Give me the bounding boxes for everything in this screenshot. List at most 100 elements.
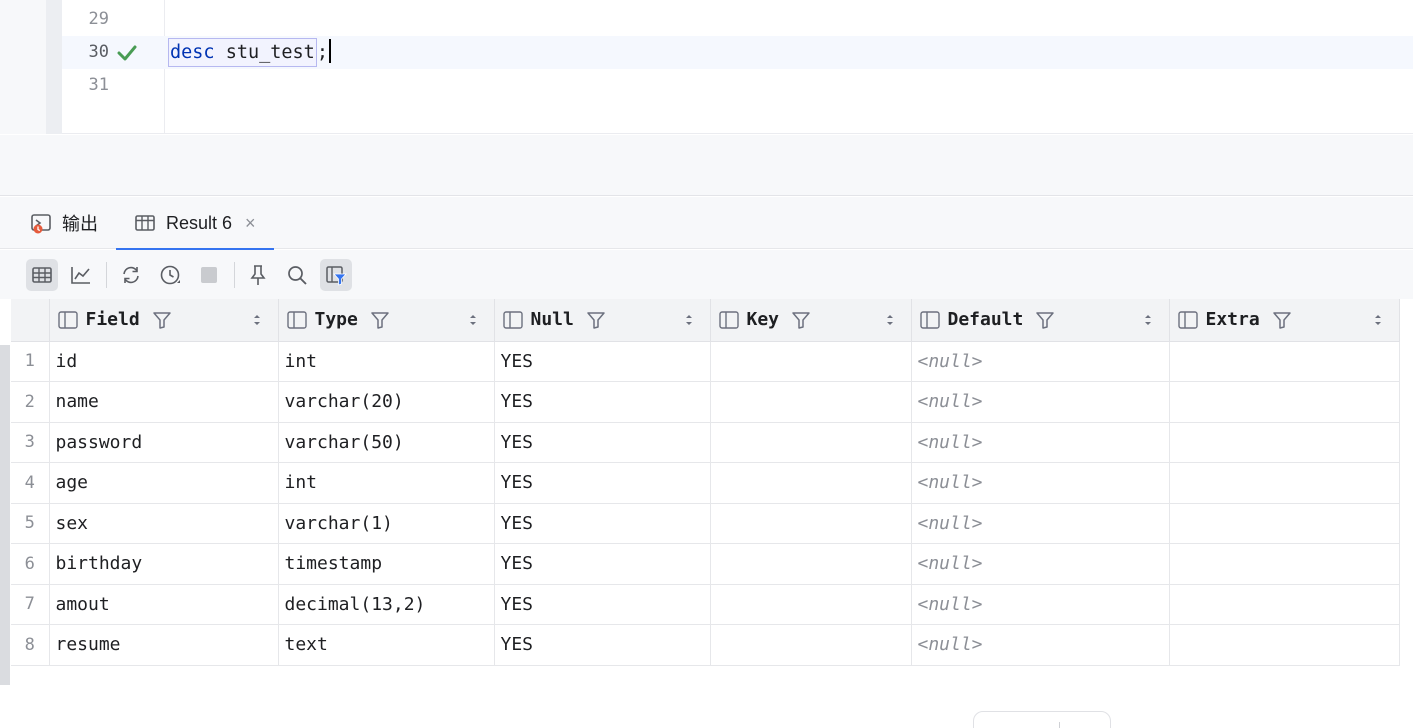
result-grid: Field Type Null Key Default Extra 1 id i… (11, 299, 1400, 666)
sort-icon[interactable] (468, 312, 478, 328)
cell-default[interactable]: <null> (911, 503, 1170, 544)
cell-key[interactable] (710, 341, 912, 382)
row-number: 6 (11, 543, 50, 585)
filter-icon[interactable] (791, 310, 811, 330)
column-header-extra[interactable]: Extra (1169, 299, 1400, 342)
tab-result-6[interactable]: Result 6 × (116, 197, 274, 250)
line-number: 31 (88, 75, 109, 95)
cell-field[interactable]: birthday (49, 543, 279, 585)
table-row[interactable]: 6 birthday timestamp YES <null> (11, 543, 1400, 585)
cell-default[interactable]: <null> (911, 422, 1170, 463)
editor-line[interactable]: 29 (62, 3, 1413, 36)
cell-key[interactable] (710, 624, 912, 666)
cell-extra[interactable] (1169, 422, 1400, 463)
cell-type[interactable]: decimal(13,2) (278, 584, 495, 625)
sort-icon[interactable] (1143, 312, 1153, 328)
sort-icon[interactable] (684, 312, 694, 328)
cell-null[interactable]: YES (494, 422, 711, 463)
table-row[interactable]: 4 age int YES <null> (11, 462, 1400, 504)
table-row[interactable]: 7 amout decimal(13,2) YES <null> (11, 584, 1400, 625)
cell-extra[interactable] (1169, 341, 1400, 382)
cell-type[interactable]: text (278, 624, 495, 666)
cell-null[interactable]: YES (494, 381, 711, 423)
cell-null[interactable]: YES (494, 462, 711, 504)
filter-icon[interactable] (370, 310, 390, 330)
stop-button[interactable] (193, 259, 225, 291)
sort-icon[interactable] (1373, 312, 1383, 328)
cell-key[interactable] (710, 503, 912, 544)
cell-extra[interactable] (1169, 584, 1400, 625)
cell-default[interactable]: <null> (911, 341, 1170, 382)
cell-field[interactable]: resume (49, 624, 279, 666)
pin-button[interactable] (242, 259, 274, 291)
table-row[interactable]: 3 password varchar(50) YES <null> (11, 422, 1400, 463)
cell-field[interactable]: age (49, 462, 279, 504)
cell-key[interactable] (710, 381, 912, 423)
editor-line[interactable]: 31 (62, 69, 1413, 102)
cell-null[interactable]: YES (494, 543, 711, 585)
cell-type[interactable]: int (278, 341, 495, 382)
column-header-default[interactable]: Default (911, 299, 1170, 342)
cell-type[interactable]: varchar(1) (278, 503, 495, 544)
cell-default[interactable]: <null> (911, 381, 1170, 423)
cell-key[interactable] (710, 462, 912, 504)
refresh-icon (123, 266, 139, 284)
table-view-button[interactable] (26, 259, 58, 291)
cell-key[interactable] (710, 584, 912, 625)
filter-grid-button[interactable] (320, 259, 352, 291)
cell-null[interactable]: YES (494, 341, 711, 382)
cell-null[interactable]: YES (494, 584, 711, 625)
sort-icon[interactable] (885, 312, 895, 328)
cell-null[interactable]: YES (494, 503, 711, 544)
column-header-key[interactable]: Key (710, 299, 912, 342)
column-header-field[interactable]: Field (49, 299, 279, 342)
column-header-null[interactable]: Null (494, 299, 711, 342)
cell-key[interactable] (710, 422, 912, 463)
row-number: 5 (11, 503, 50, 544)
cell-extra[interactable] (1169, 624, 1400, 666)
cell-extra[interactable] (1169, 503, 1400, 544)
column-header-type[interactable]: Type (278, 299, 495, 342)
table-row[interactable]: 2 name varchar(20) YES <null> (11, 381, 1400, 423)
cell-field[interactable]: id (49, 341, 279, 382)
tab-result-label: Result 6 (166, 212, 233, 233)
filter-icon[interactable] (1035, 310, 1055, 330)
row-number: 1 (11, 341, 50, 382)
editor-line-current[interactable]: 30 desc stu_test; (62, 36, 1413, 69)
filter-icon[interactable] (586, 310, 606, 330)
filter-icon[interactable] (1272, 310, 1292, 330)
cell-type[interactable]: int (278, 462, 495, 504)
chart-view-button[interactable] (65, 259, 97, 291)
floating-navigation-widget[interactable] (973, 711, 1111, 728)
refresh-button[interactable] (115, 259, 147, 291)
cell-type[interactable]: varchar(50) (278, 422, 495, 463)
table-row[interactable]: 1 id int YES <null> (11, 341, 1400, 382)
cell-type[interactable]: varchar(20) (278, 381, 495, 423)
cell-default[interactable]: <null> (911, 543, 1170, 585)
cell-field[interactable]: amout (49, 584, 279, 625)
cell-default[interactable]: <null> (911, 584, 1170, 625)
cell-field[interactable]: sex (49, 503, 279, 544)
search-button[interactable] (281, 259, 313, 291)
close-icon[interactable]: × (245, 213, 256, 234)
sort-icon[interactable] (252, 312, 262, 328)
cell-type[interactable]: timestamp (278, 543, 495, 585)
history-button[interactable] (154, 259, 186, 291)
cell-extra[interactable] (1169, 381, 1400, 423)
tab-output[interactable]: 输出 (30, 197, 98, 249)
cell-null[interactable]: YES (494, 624, 711, 666)
cell-key[interactable] (710, 543, 912, 585)
cell-default[interactable]: <null> (911, 624, 1170, 666)
sql-statement[interactable]: desc stu_test; (168, 36, 331, 69)
cell-default[interactable]: <null> (911, 462, 1170, 504)
filter-icon[interactable] (152, 310, 172, 330)
grid-left-scrollbar[interactable] (0, 345, 10, 685)
sql-editor[interactable]: 29 30 desc stu_test; 31 (0, 0, 1413, 134)
cell-field[interactable]: password (49, 422, 279, 463)
table-row[interactable]: 8 resume text YES <null> (11, 624, 1400, 666)
column-title: Default (947, 309, 1024, 331)
cell-field[interactable]: name (49, 381, 279, 423)
cell-extra[interactable] (1169, 543, 1400, 585)
table-row[interactable]: 5 sex varchar(1) YES <null> (11, 503, 1400, 544)
cell-extra[interactable] (1169, 462, 1400, 504)
